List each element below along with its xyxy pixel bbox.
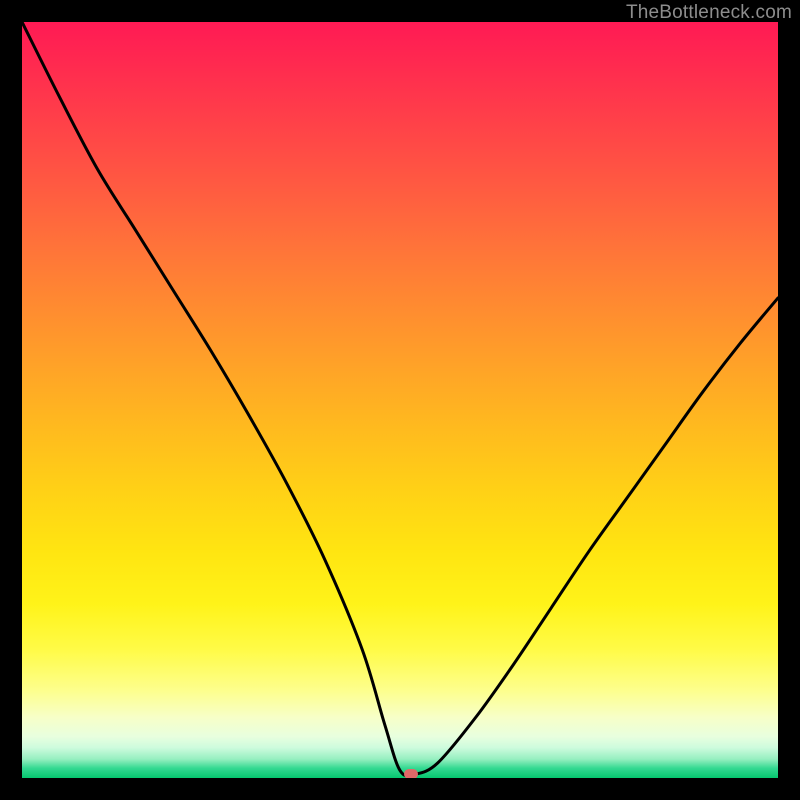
- plot-area: [22, 22, 778, 778]
- watermark-text: TheBottleneck.com: [626, 2, 792, 24]
- bottleneck-curve: [22, 22, 778, 776]
- chart-container: TheBottleneck.com: [0, 0, 800, 800]
- minimum-marker: [404, 769, 418, 778]
- curve-svg: [22, 22, 778, 778]
